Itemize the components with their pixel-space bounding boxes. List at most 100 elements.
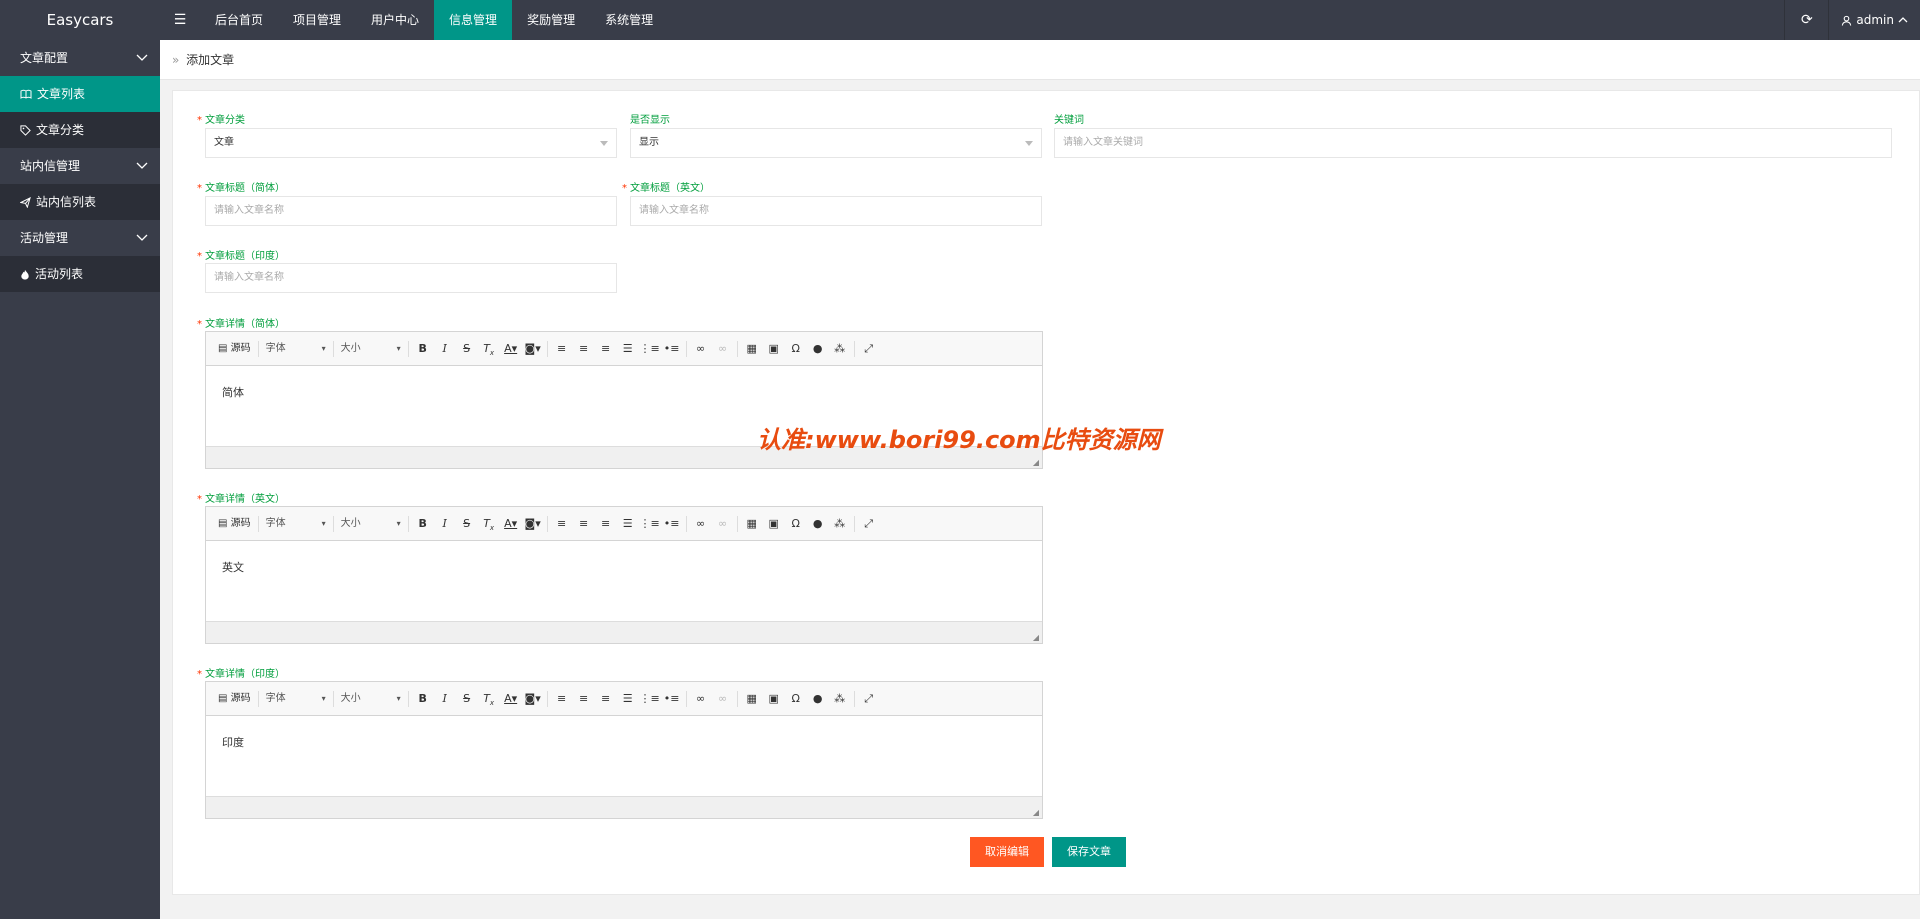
link-icon[interactable]: ∞: [690, 339, 712, 359]
align-center-icon[interactable]: ≡: [573, 339, 595, 359]
numbered-list-icon[interactable]: ⋮≡: [639, 514, 661, 534]
resize-handle-icon[interactable]: ◢: [1033, 808, 1039, 817]
save-article-button[interactable]: 保存文章: [1052, 837, 1126, 867]
strikethrough-icon[interactable]: S: [456, 514, 478, 534]
editor-content[interactable]: 印度: [206, 716, 1042, 796]
align-left-icon[interactable]: ≡: [551, 514, 573, 534]
cancel-edit-button[interactable]: 取消编辑: [970, 837, 1044, 867]
align-right-icon[interactable]: ≡: [595, 689, 617, 709]
background-color-icon[interactable]: ◙▾: [522, 689, 544, 709]
table-icon[interactable]: ▦: [741, 339, 763, 359]
align-right-icon[interactable]: ≡: [595, 514, 617, 534]
keywords-input[interactable]: 请输入文章关键词: [1054, 128, 1892, 158]
italic-icon[interactable]: I: [434, 514, 456, 534]
size-dropdown[interactable]: 大小 ▾: [337, 339, 405, 359]
remove-format-icon[interactable]: Tx: [478, 339, 500, 359]
align-justify-icon[interactable]: ☰: [617, 339, 639, 359]
font-dropdown[interactable]: 字体 ▾: [262, 689, 330, 709]
align-right-icon[interactable]: ≡: [595, 339, 617, 359]
title-cn-input[interactable]: 请输入文章名称: [205, 196, 617, 226]
code-icon[interactable]: ⁂: [829, 514, 851, 534]
italic-icon[interactable]: I: [434, 689, 456, 709]
align-center-icon[interactable]: ≡: [573, 514, 595, 534]
title-in-input[interactable]: 请输入文章名称: [205, 263, 617, 293]
align-justify-icon[interactable]: ☰: [617, 689, 639, 709]
bold-icon[interactable]: B: [412, 689, 434, 709]
image-icon[interactable]: ▣: [763, 339, 785, 359]
text-color-icon[interactable]: A▾: [500, 514, 522, 534]
editor-content[interactable]: 英文: [206, 541, 1042, 621]
align-justify-icon[interactable]: ☰: [617, 514, 639, 534]
unlink-icon[interactable]: ∞: [712, 689, 734, 709]
size-dropdown[interactable]: 大小 ▾: [337, 689, 405, 709]
numbered-list-icon[interactable]: ⋮≡: [639, 689, 661, 709]
strikethrough-icon[interactable]: S: [456, 689, 478, 709]
fullscreen-icon[interactable]: ⤢: [858, 514, 880, 534]
code-icon[interactable]: ⁂: [829, 339, 851, 359]
image-icon[interactable]: ▣: [763, 514, 785, 534]
sidebar-item-article-list[interactable]: 文章列表: [0, 76, 160, 112]
table-icon[interactable]: ▦: [741, 514, 763, 534]
show-select[interactable]: 显示: [630, 128, 1042, 158]
font-dropdown[interactable]: 字体 ▾: [262, 514, 330, 534]
align-center-icon[interactable]: ≡: [573, 689, 595, 709]
sidebar-item-activity-list[interactable]: 活动列表: [0, 256, 160, 292]
category-select[interactable]: 文章: [205, 128, 617, 158]
strikethrough-icon[interactable]: S: [456, 339, 478, 359]
nav-item-system[interactable]: 系统管理: [590, 0, 668, 40]
resize-handle-icon[interactable]: ◢: [1033, 633, 1039, 642]
special-char-icon[interactable]: Ω: [785, 339, 807, 359]
emoji-icon[interactable]: ●: [807, 689, 829, 709]
font-dropdown[interactable]: 字体 ▾: [262, 339, 330, 359]
link-icon[interactable]: ∞: [690, 514, 712, 534]
nav-item-rewards[interactable]: 奖励管理: [512, 0, 590, 40]
fullscreen-icon[interactable]: ⤢: [858, 689, 880, 709]
emoji-icon[interactable]: ●: [807, 339, 829, 359]
link-icon[interactable]: ∞: [690, 689, 712, 709]
remove-format-icon[interactable]: Tx: [478, 689, 500, 709]
special-char-icon[interactable]: Ω: [785, 514, 807, 534]
menu-toggle-icon[interactable]: ☰: [160, 0, 200, 40]
bulleted-list-icon[interactable]: •≡: [661, 689, 683, 709]
source-button[interactable]: ▤ 源码: [214, 339, 255, 359]
bold-icon[interactable]: B: [412, 514, 434, 534]
unlink-icon[interactable]: ∞: [712, 514, 734, 534]
background-color-icon[interactable]: ◙▾: [522, 514, 544, 534]
align-left-icon[interactable]: ≡: [551, 339, 573, 359]
table-icon[interactable]: ▦: [741, 689, 763, 709]
remove-format-icon[interactable]: Tx: [478, 514, 500, 534]
image-icon[interactable]: ▣: [763, 689, 785, 709]
italic-icon[interactable]: I: [434, 339, 456, 359]
text-color-icon[interactable]: A▾: [500, 689, 522, 709]
source-button[interactable]: ▤ 源码: [214, 689, 255, 709]
sidebar-item-article-category[interactable]: 文章分类: [0, 112, 160, 148]
source-button[interactable]: ▤ 源码: [214, 514, 255, 534]
special-char-icon[interactable]: Ω: [785, 689, 807, 709]
size-dropdown[interactable]: 大小 ▾: [337, 514, 405, 534]
user-menu[interactable]: admin: [1828, 0, 1920, 40]
sidebar-group-message-management[interactable]: 站内信管理: [0, 148, 160, 184]
nav-item-projects[interactable]: 项目管理: [278, 0, 356, 40]
bulleted-list-icon[interactable]: •≡: [661, 339, 683, 359]
emoji-icon[interactable]: ●: [807, 514, 829, 534]
bold-icon[interactable]: B: [412, 339, 434, 359]
code-icon[interactable]: ⁂: [829, 689, 851, 709]
app-logo[interactable]: Easycars: [0, 0, 160, 40]
background-color-icon[interactable]: ◙▾: [522, 339, 544, 359]
nav-item-info[interactable]: 信息管理: [434, 0, 513, 40]
source-icon: ▤: [218, 692, 228, 704]
refresh-icon[interactable]: ⟳: [1784, 0, 1828, 40]
nav-item-users[interactable]: 用户中心: [356, 0, 434, 40]
text-color-icon[interactable]: A▾: [500, 339, 522, 359]
sidebar-group-article-config[interactable]: 文章配置: [0, 40, 160, 76]
unlink-icon[interactable]: ∞: [712, 339, 734, 359]
sidebar-group-activity-management[interactable]: 活动管理: [0, 220, 160, 256]
align-left-icon[interactable]: ≡: [551, 689, 573, 709]
resize-handle-icon[interactable]: ◢: [1033, 458, 1039, 467]
nav-item-home[interactable]: 后台首页: [200, 0, 278, 40]
numbered-list-icon[interactable]: ⋮≡: [639, 339, 661, 359]
fullscreen-icon[interactable]: ⤢: [858, 339, 880, 359]
sidebar-item-message-list[interactable]: 站内信列表: [0, 184, 160, 220]
title-en-input[interactable]: 请输入文章名称: [630, 196, 1042, 226]
bulleted-list-icon[interactable]: •≡: [661, 514, 683, 534]
